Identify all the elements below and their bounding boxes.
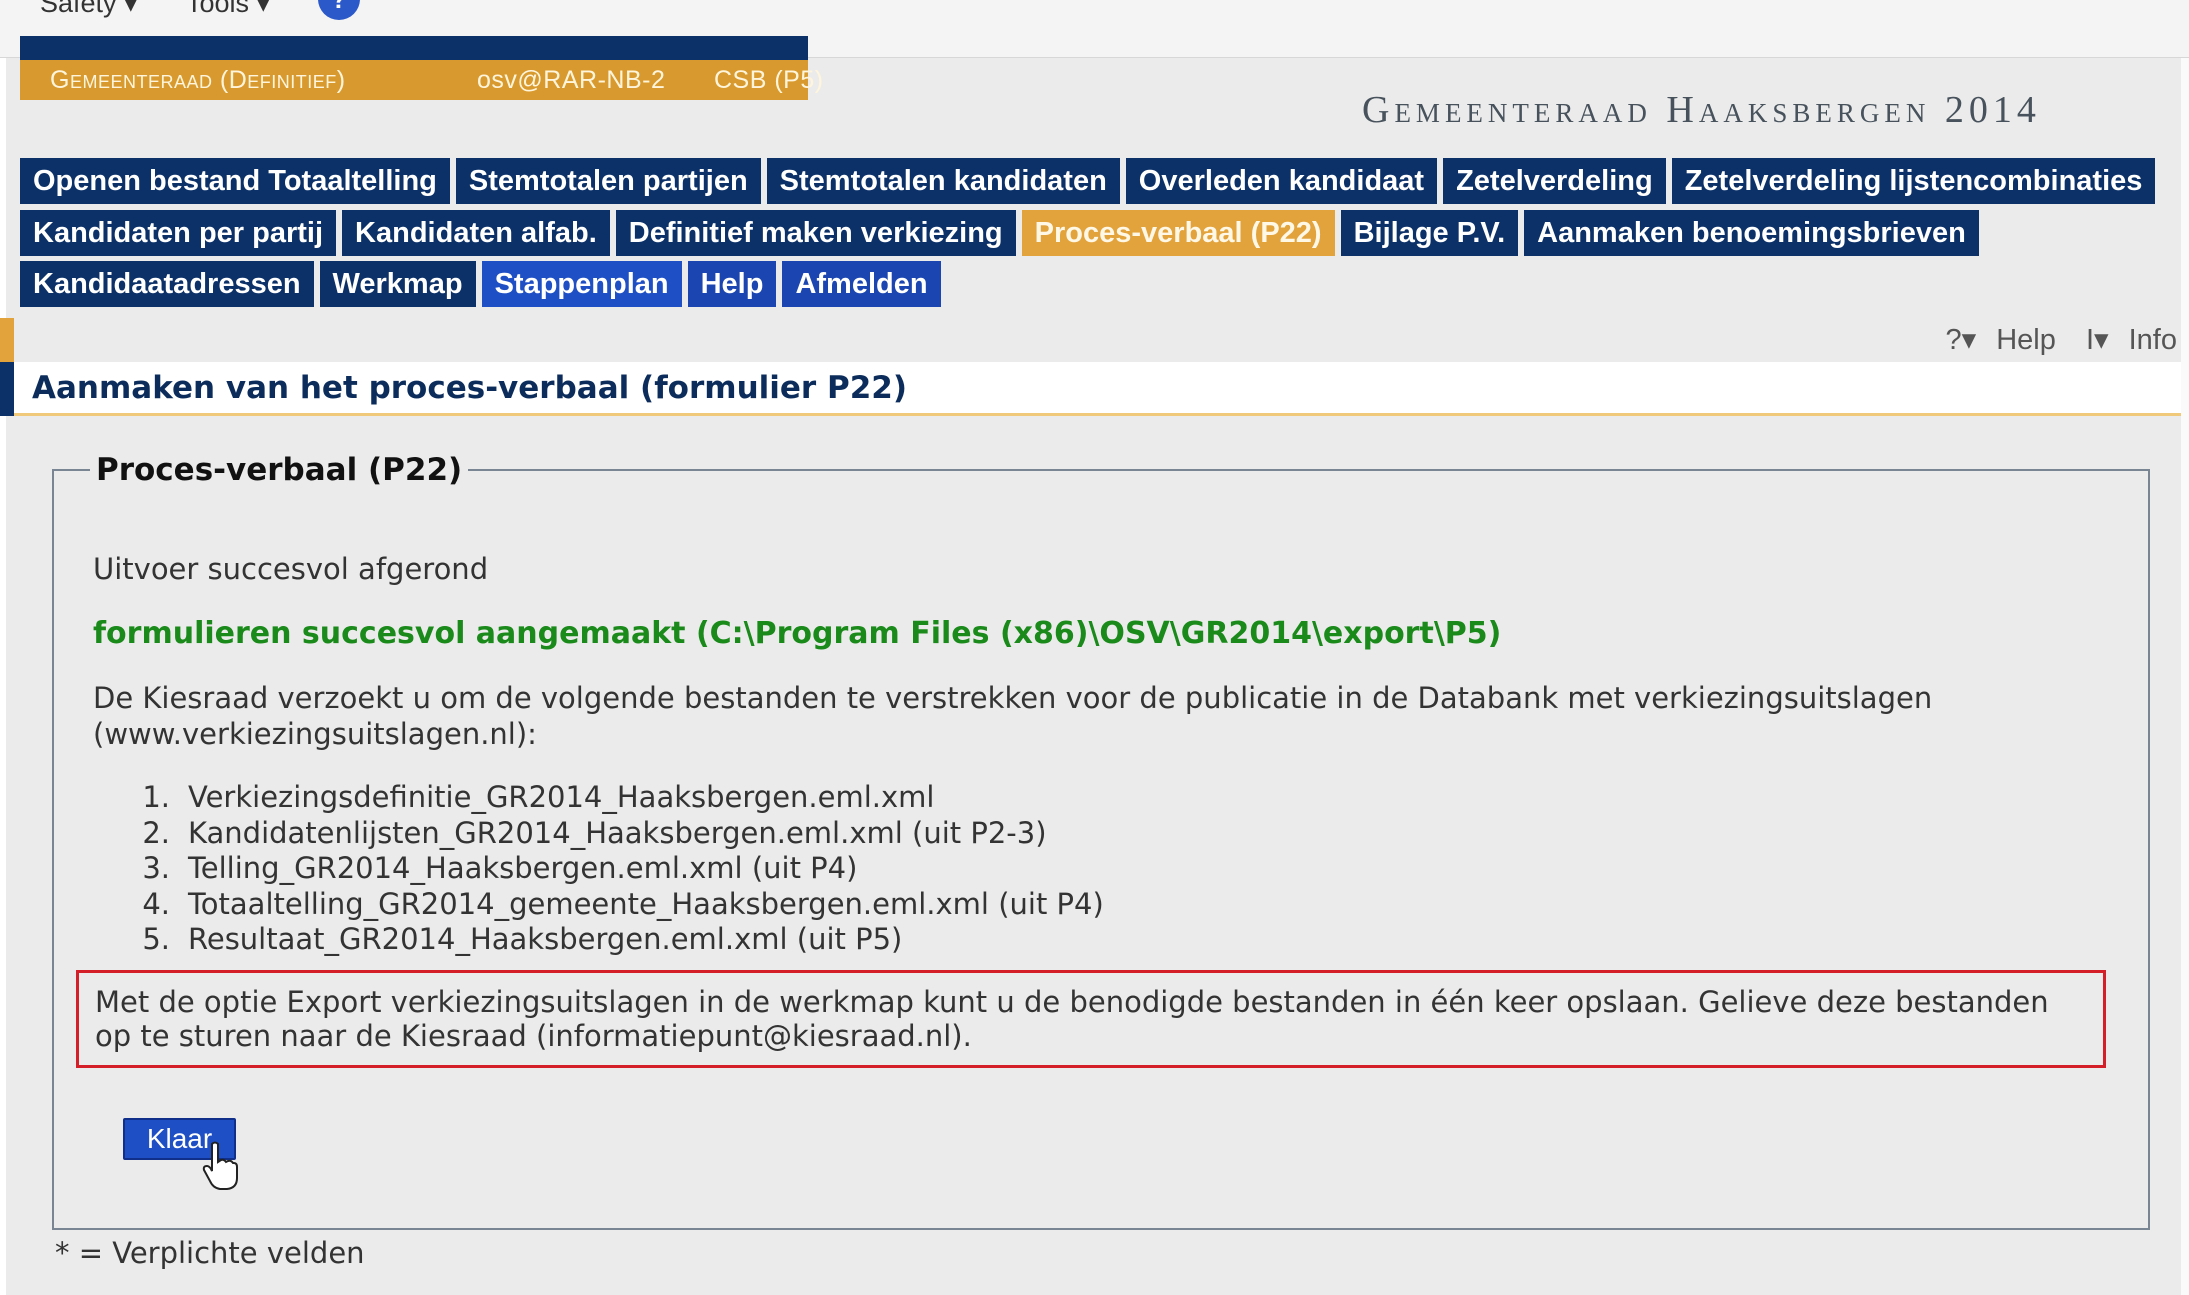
menu-item-openen-bestand-totaaltelling[interactable]: Openen bestand Totaaltelling bbox=[20, 158, 450, 204]
file-list-item: 1. Verkiezingsdefinitie_GR2014_Haaksberge… bbox=[93, 780, 1104, 816]
question-icon[interactable]: ?▾ bbox=[1945, 324, 1976, 356]
menu-item-afmelden[interactable]: Afmelden bbox=[782, 261, 941, 307]
file-list-number: 3. bbox=[142, 851, 170, 885]
file-name: Verkiezingsdefinitie_GR2014_Haaksbergen.… bbox=[188, 780, 935, 814]
environment-user: osv@RAR-NB-2 bbox=[477, 66, 666, 94]
page-edge bbox=[0, 58, 6, 1295]
page-title: Aanmaken van het proces-verbaal (formuli… bbox=[14, 362, 2184, 416]
menu-item-stemtotalen-kandidaten[interactable]: Stemtotalen kandidaten bbox=[766, 158, 1120, 204]
menu-item-proces-verbaal-p22[interactable]: Proces-verbaal (P22) bbox=[1021, 210, 1335, 256]
file-name: Telling_GR2014_Haaksbergen.eml.xml (uit … bbox=[188, 851, 858, 885]
file-list: 1. Verkiezingsdefinitie_GR2014_Haaksberge… bbox=[93, 780, 1104, 958]
export-note-highlight: Met de optie Export verkiezingsuitslagen… bbox=[76, 970, 2106, 1068]
menu-item-kandidaatadressen[interactable]: Kandidaatadressen bbox=[20, 261, 314, 307]
menu-item-werkmap[interactable]: Werkmap bbox=[319, 261, 476, 307]
info-cursor-icon[interactable]: I▾ bbox=[2086, 324, 2109, 356]
menu-item-aanmaken-benoemingsbrieven[interactable]: Aanmaken benoemingsbrieven bbox=[1524, 210, 1979, 256]
file-list-number: 1. bbox=[142, 780, 170, 814]
success-message: formulieren succesvol aangemaakt (C:\Pro… bbox=[93, 616, 1502, 651]
menu-item-bijlage-p-v[interactable]: Bijlage P.V. bbox=[1340, 210, 1519, 256]
file-name: Resultaat_GR2014_Haaksbergen.eml.xml (ui… bbox=[188, 922, 903, 956]
help-info-bar: ?▾ Help I▾ Info bbox=[1933, 322, 2177, 357]
menu-item-help[interactable]: Help bbox=[687, 261, 777, 307]
app-title: Gemeenteraad Haaksbergen 2014 bbox=[1362, 89, 2041, 131]
environment-status: CSB (P5) bbox=[714, 66, 824, 94]
heading-marker bbox=[0, 362, 14, 416]
menu-item-kandidaten-alfab[interactable]: Kandidaten alfab. bbox=[342, 210, 610, 256]
safety-menu[interactable]: Safety ▾ bbox=[40, 0, 138, 19]
file-list-item: 4. Totaaltelling_GR2014_gemeente_Haaksber… bbox=[93, 886, 1104, 923]
menu-item-zetelverdeling[interactable]: Zetelverdeling bbox=[1443, 158, 1666, 204]
file-name: Totaaltelling_GR2014_gemeente_Haaksberge… bbox=[188, 886, 1104, 921]
file-list-number: 2. bbox=[142, 815, 170, 850]
hand-pointer-icon bbox=[202, 1141, 238, 1190]
file-list-item: 3. Telling_GR2014_Haaksbergen.eml.xml (ui… bbox=[93, 851, 1104, 887]
status-message: Uitvoer succesvol afgerond bbox=[93, 552, 489, 586]
environment-mode: Gemeenteraad (Definitief) bbox=[50, 66, 346, 94]
file-list-number: 5. bbox=[142, 922, 170, 956]
menu-item-overleden-kandidaat[interactable]: Overleden kandidaat bbox=[1125, 158, 1438, 204]
window-edge bbox=[2181, 58, 2189, 1295]
section-marker bbox=[0, 318, 14, 364]
file-name: Kandidatenlijsten_GR2014_Haaksbergen.eml… bbox=[188, 815, 1047, 850]
menu-item-zetelverdeling-lijstencombinaties[interactable]: Zetelverdeling lijstencombinaties bbox=[1671, 158, 2156, 204]
menu-row-1: Openen bestand Totaaltelling Stemtotalen … bbox=[20, 158, 2156, 204]
menu-item-definitief-maken-verkiezing[interactable]: Definitief maken verkiezing bbox=[615, 210, 1016, 256]
panel-legend: Proces-verbaal (P22) bbox=[96, 452, 463, 488]
menu-item-stappenplan[interactable]: Stappenplan bbox=[481, 261, 682, 307]
tools-menu[interactable]: Tools ▾ bbox=[186, 0, 270, 19]
info-link[interactable]: Info bbox=[2129, 324, 2177, 356]
menu-row-2: Kandidaten per partij Kandidaten alfab. De… bbox=[20, 210, 1979, 256]
required-fields-note: * = Verplichte velden bbox=[55, 1236, 365, 1270]
help-link[interactable]: Help bbox=[1996, 324, 2056, 356]
kiesraad-request-text: De Kiesraad verzoekt u om de volgende be… bbox=[93, 681, 1933, 751]
environment-bar: Gemeenteraad (Definitief) osv@RAR-NB-2 C… bbox=[20, 36, 823, 100]
menu-row-3: Kandidaatadressen Werkmap Stappenplan Help A… bbox=[20, 261, 941, 307]
help-circle-icon[interactable]: ? bbox=[318, 0, 360, 20]
file-list-item: 5. Resultaat_GR2014_Haaksbergen.eml.xml (… bbox=[93, 922, 1104, 958]
menu-item-stemtotalen-partijen[interactable]: Stemtotalen partijen bbox=[455, 158, 761, 204]
file-list-number: 4. bbox=[142, 886, 170, 921]
menu-item-kandidaten-per-partij[interactable]: Kandidaten per partij bbox=[20, 210, 337, 256]
file-list-item: 2. Kandidatenlijsten_GR2014_Haaksbergen.e… bbox=[93, 816, 1104, 852]
